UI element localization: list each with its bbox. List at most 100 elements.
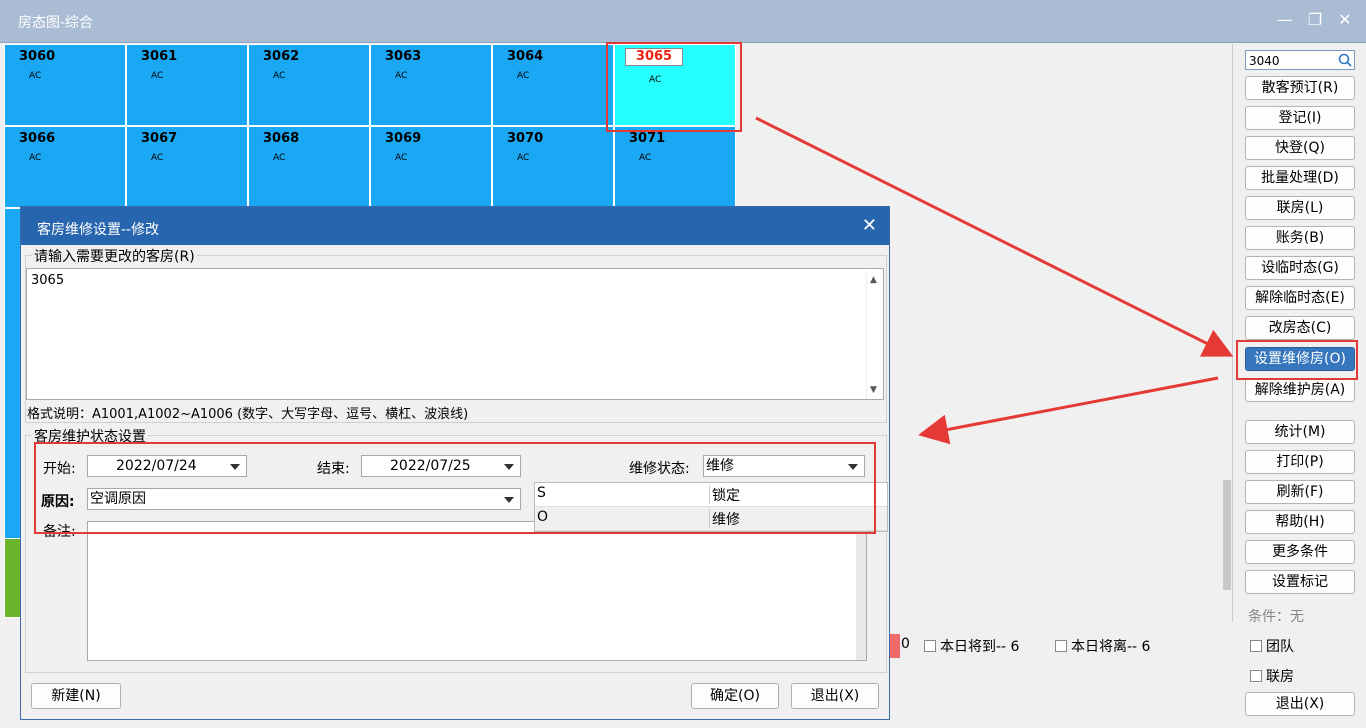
room-tag: AC: [639, 153, 652, 163]
more-conditions-button[interactable]: 更多条件: [1245, 540, 1355, 564]
exit-button[interactable]: 退出(X): [1245, 692, 1355, 716]
clear-temp-state-button[interactable]: 解除临时态(E): [1245, 286, 1355, 310]
ok-button[interactable]: 确定(O): [691, 683, 779, 709]
room-tag: AC: [273, 153, 286, 163]
join-room-checkbox[interactable]: 联房: [1250, 666, 1294, 686]
room-number: 3060: [19, 49, 56, 64]
room-number: 3066: [19, 131, 56, 146]
reason-label: 原因:: [41, 494, 75, 510]
arrive-today-check[interactable]: 本日将到-- 6: [924, 636, 1019, 656]
exit-dialog-button[interactable]: 退出(X): [791, 683, 879, 709]
state-table: S 锁定 O 维修: [534, 482, 888, 532]
end-date-picker[interactable]: 2022/07/25: [361, 455, 521, 477]
set-maintenance-button[interactable]: 设置维修房(O): [1245, 347, 1355, 371]
batch-process-button[interactable]: 批量处理(D): [1245, 166, 1355, 190]
statistics-button[interactable]: 统计(M): [1245, 420, 1355, 444]
minimize-icon[interactable]: —: [1274, 10, 1296, 29]
room-tag: AC: [395, 153, 408, 163]
state-select[interactable]: 维修: [703, 455, 865, 477]
room-tag: AC: [517, 153, 530, 163]
room-number: 3070: [507, 131, 544, 146]
textarea-scrollbar[interactable]: ▲ ▼: [866, 269, 883, 399]
end-label: 结束:: [317, 461, 350, 477]
maintenance-dialog: 客房维修设置--修改 ✕ 请输入需要更改的客房(R) 3065 ▲ ▼ 格式说明…: [20, 206, 890, 720]
room-tag: AC: [29, 71, 42, 81]
room-tag: AC: [151, 71, 164, 81]
room-tag: AC: [649, 75, 662, 85]
room-tile[interactable]: 3060 AC: [4, 44, 126, 126]
dialog-title-bar: 客房维修设置--修改 ✕: [21, 207, 889, 245]
checkin-button[interactable]: 登记(I): [1245, 106, 1355, 130]
restore-icon[interactable]: ❐: [1304, 10, 1326, 29]
walkin-booking-button[interactable]: 散客预订(R): [1245, 76, 1355, 100]
room-tile[interactable]: 3067 AC: [126, 126, 248, 208]
room-tag: AC: [273, 71, 286, 81]
room-tile-selected[interactable]: 3065 AC: [614, 44, 736, 126]
help-button[interactable]: 帮助(H): [1245, 510, 1355, 534]
start-label: 开始:: [43, 461, 76, 477]
join-room-button[interactable]: 联房(L): [1245, 196, 1355, 220]
room-tile[interactable]: 3066 AC: [4, 126, 126, 208]
note-scrollbar[interactable]: [856, 522, 866, 660]
search-icon[interactable]: [1338, 53, 1352, 67]
start-date-picker[interactable]: 2022/07/24: [87, 455, 247, 477]
dialog-close-icon[interactable]: ✕: [862, 215, 877, 236]
note-textarea[interactable]: [87, 521, 867, 661]
grid-scrollbar[interactable]: [1222, 44, 1232, 622]
new-button[interactable]: 新建(N): [31, 683, 121, 709]
print-button[interactable]: 打印(P): [1245, 450, 1355, 474]
room-tag: AC: [29, 153, 42, 163]
status-group-label: 客房维护状态设置: [32, 426, 148, 446]
room-number: 3065: [625, 48, 683, 66]
set-mark-button[interactable]: 设置标记: [1245, 570, 1355, 594]
scroll-up-icon[interactable]: ▲: [870, 275, 877, 285]
room-number: 3064: [507, 49, 544, 64]
window-title: 房态图-综合: [18, 15, 94, 31]
room-tile[interactable]: 3071 AC: [614, 126, 736, 208]
room-tile[interactable]: 3062 AC: [248, 44, 370, 126]
room-tile[interactable]: 3064 AC: [492, 44, 614, 126]
note-label: 备注:: [43, 524, 76, 540]
room-tag: AC: [151, 153, 164, 163]
room-tile[interactable]: 3070 AC: [492, 126, 614, 208]
condition-label: 条件：无: [1248, 609, 1304, 625]
close-icon[interactable]: ✕: [1334, 10, 1356, 29]
quick-checkin-button[interactable]: 快登(Q): [1245, 136, 1355, 160]
clear-maintenance-button[interactable]: 解除维护房(A): [1245, 378, 1355, 402]
format-note: 格式说明：A1001,A1002~A1006 (数字、大写字母、逗号、横杠、波浪…: [27, 407, 469, 422]
legend-color: [890, 634, 900, 658]
set-temp-state-button[interactable]: 设临时态(G): [1245, 256, 1355, 280]
refresh-button[interactable]: 刷新(F): [1245, 480, 1355, 504]
sidebar: 3040 散客预订(R) 登记(I) 快登(Q) 批量处理(D) 联房(L) 账…: [1238, 44, 1366, 728]
leave-today-check[interactable]: 本日将离-- 6: [1055, 636, 1150, 656]
reason-select[interactable]: 空调原因: [87, 488, 521, 510]
scroll-down-icon[interactable]: ▼: [870, 385, 877, 395]
change-room-state-button[interactable]: 改房态(C): [1245, 316, 1355, 340]
room-number: 3068: [263, 131, 300, 146]
rooms-textarea[interactable]: 3065 ▲ ▼: [26, 268, 884, 400]
search-input[interactable]: 3040: [1245, 50, 1355, 70]
room-number: 3071: [629, 131, 666, 146]
table-row[interactable]: S 锁定: [535, 483, 887, 507]
room-tile[interactable]: 3061 AC: [126, 44, 248, 126]
room-number: 3062: [263, 49, 300, 64]
team-checkbox[interactable]: 团队: [1250, 636, 1294, 656]
chevron-down-icon: [504, 497, 514, 503]
chevron-down-icon: [848, 464, 858, 470]
title-bar: 房态图-综合 — ❐ ✕: [0, 0, 1366, 43]
room-tag: AC: [517, 71, 530, 81]
room-number: 3067: [141, 131, 178, 146]
chevron-down-icon: [504, 464, 514, 470]
room-number: 3063: [385, 49, 422, 64]
room-tile[interactable]: 3069 AC: [370, 126, 492, 208]
count-label: 0: [901, 636, 910, 652]
rooms-label: 请输入需要更改的客房(R): [32, 246, 197, 266]
room-number: 3061: [141, 49, 178, 64]
room-tile[interactable]: 3068 AC: [248, 126, 370, 208]
room-tag: AC: [395, 71, 408, 81]
scrollbar-thumb[interactable]: [1223, 480, 1231, 590]
room-tile[interactable]: 3063 AC: [370, 44, 492, 126]
billing-button[interactable]: 账务(B): [1245, 226, 1355, 250]
room-number: 3069: [385, 131, 422, 146]
table-row[interactable]: O 维修: [535, 507, 887, 531]
